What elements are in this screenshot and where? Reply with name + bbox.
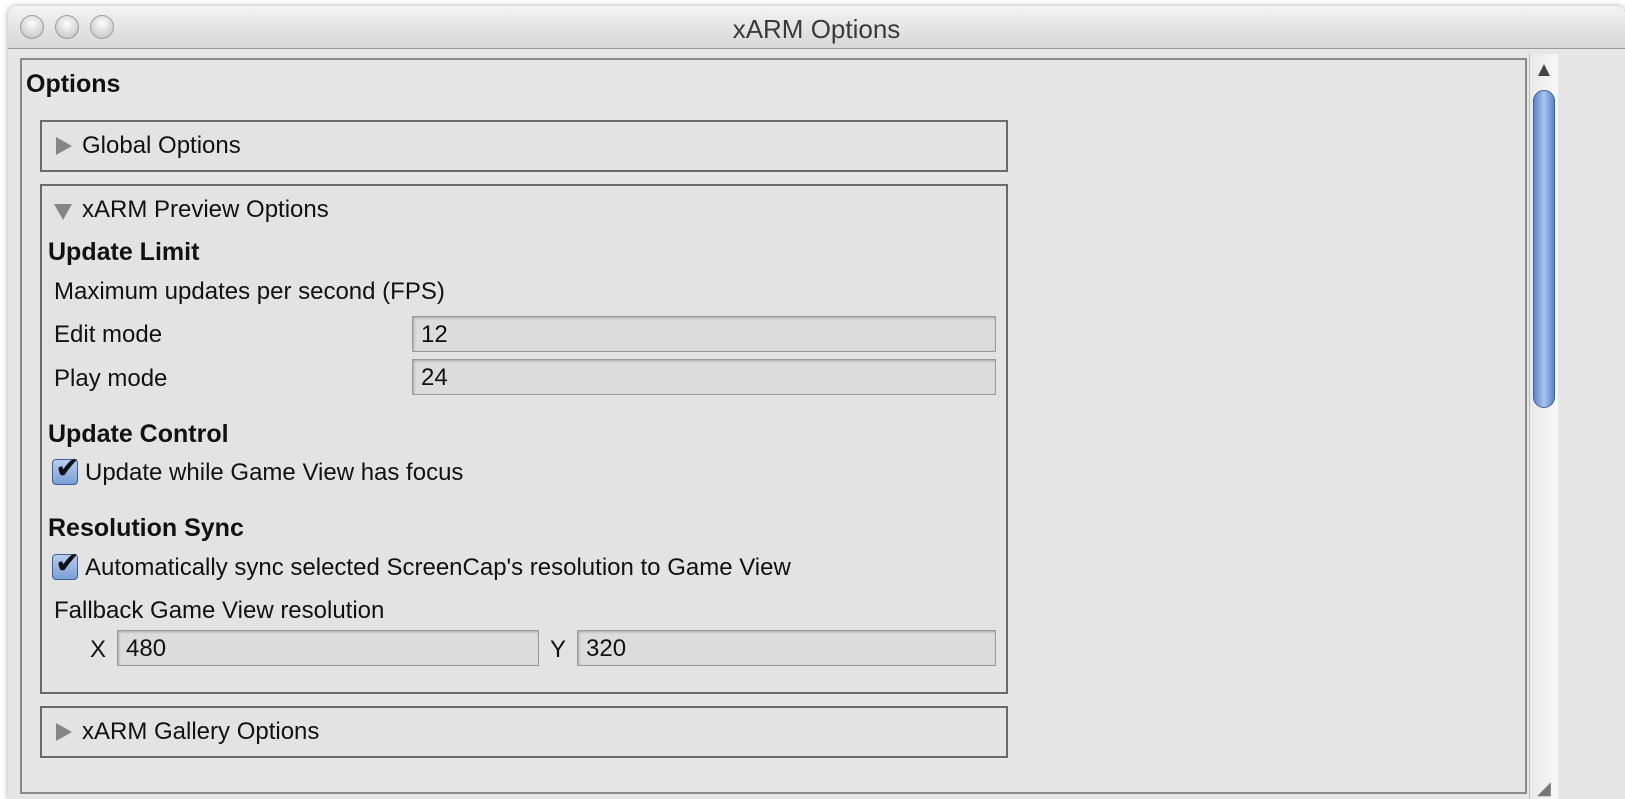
play-mode-fps-input[interactable]: 24 bbox=[412, 359, 996, 395]
options-panel: Options Global Options xARM Preview Opti… bbox=[20, 58, 1527, 794]
scroll-thumb[interactable] bbox=[1533, 90, 1555, 408]
global-options-label: Global Options bbox=[82, 132, 241, 159]
update-control-heading: Update Control bbox=[48, 420, 229, 448]
preview-options-label[interactable]: xARM Preview Options bbox=[82, 196, 329, 224]
auto-sync-resolution-checkbox[interactable]: ✔ bbox=[52, 546, 80, 581]
update-focus-checkbox[interactable]: ✔ bbox=[52, 451, 80, 486]
checkmark-icon: ✔ bbox=[55, 546, 81, 581]
edit-mode-label: Edit mode bbox=[54, 321, 163, 348]
gallery-options-label: xARM Gallery Options bbox=[82, 718, 320, 745]
fallback-y-input[interactable]: 320 bbox=[577, 630, 996, 666]
vertical-scrollbar[interactable] bbox=[1529, 54, 1558, 799]
update-focus-label[interactable]: Update while Game View has focus bbox=[85, 459, 463, 487]
options-heading: Options bbox=[26, 70, 121, 98]
x-label: X bbox=[90, 636, 107, 663]
window-title: xARM Options bbox=[732, 14, 901, 44]
options-window: xARM Options Options Global Options xARM… bbox=[8, 6, 1625, 799]
collapse-arrow-icon[interactable] bbox=[54, 204, 72, 220]
auto-sync-resolution-label[interactable]: Automatically sync selected ScreenCap's … bbox=[85, 554, 791, 582]
scroll-up-arrow-icon[interactable] bbox=[1538, 64, 1550, 76]
fallback-x-input[interactable]: 480 bbox=[117, 630, 539, 666]
expand-arrow-icon bbox=[56, 723, 72, 741]
expand-arrow-icon bbox=[56, 137, 72, 155]
resolution-sync-heading: Resolution Sync bbox=[48, 514, 244, 542]
preview-options-foldout: xARM Preview Options Update Limit Maximu… bbox=[40, 184, 1008, 694]
update-limit-heading: Update Limit bbox=[48, 238, 200, 266]
edit-mode-fps-input[interactable]: 12 bbox=[412, 316, 996, 352]
gallery-options-foldout[interactable]: xARM Gallery Options bbox=[40, 706, 1008, 758]
fps-description: Maximum updates per second (FPS) bbox=[54, 278, 445, 305]
play-mode-label: Play mode bbox=[54, 365, 168, 392]
checkmark-icon: ✔ bbox=[55, 451, 81, 486]
resize-grip-icon[interactable]: ◢ bbox=[1537, 778, 1551, 799]
global-options-foldout[interactable]: Global Options bbox=[40, 120, 1008, 172]
fallback-resolution-label: Fallback Game View resolution bbox=[54, 597, 385, 624]
title-bar: xARM Options bbox=[8, 6, 1625, 49]
y-label: Y bbox=[550, 636, 567, 663]
